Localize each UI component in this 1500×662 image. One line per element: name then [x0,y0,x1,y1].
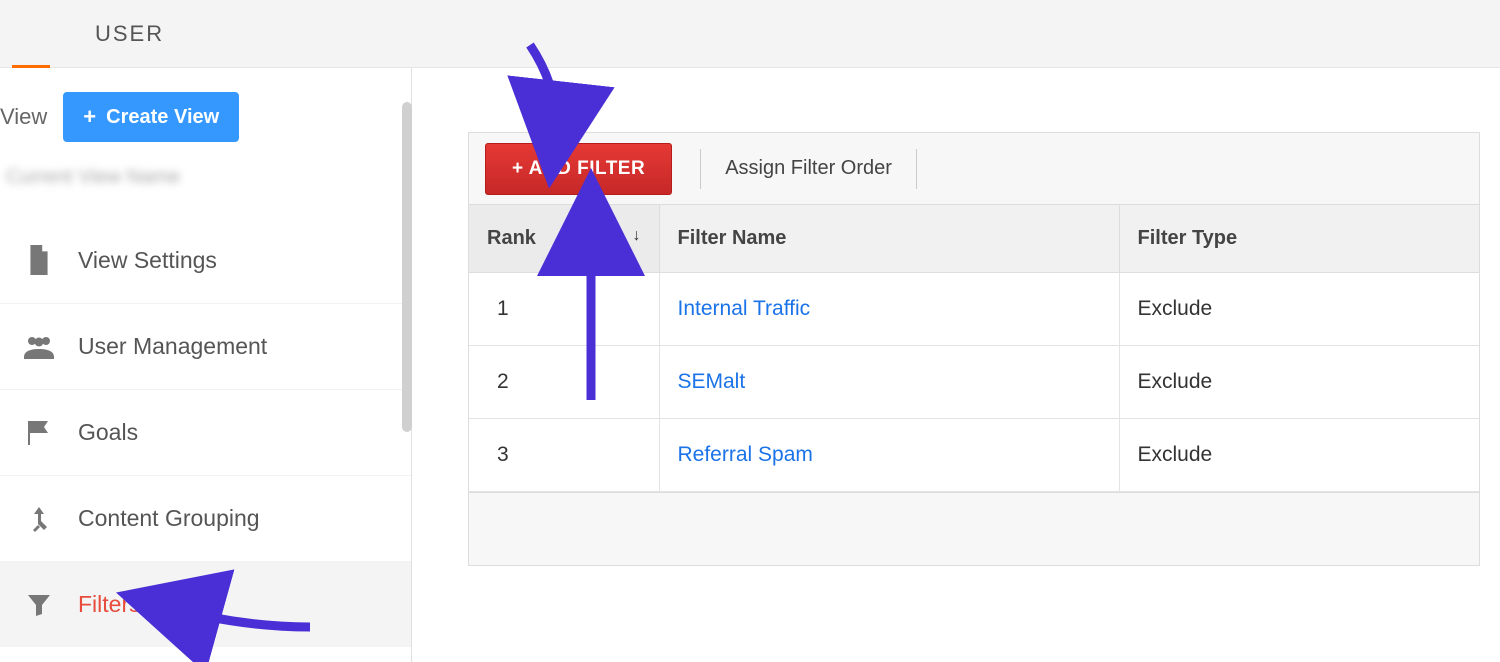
sidebar-item-label: User Management [78,333,267,360]
funnel-icon [22,588,56,622]
merge-icon [22,502,56,536]
sidebar-item-label: Goals [78,419,138,446]
users-icon [22,330,56,364]
sidebar-item-label: Filters [78,591,141,618]
cell-filter-type: Exclude [1119,419,1479,492]
current-view-name-blurred: Current View Name [6,166,411,189]
page-icon [22,243,56,277]
filters-toolbar: + ADD FILTER Assign Filter Order [469,133,1479,205]
flag-icon [22,416,56,450]
sidebar-item-label: View Settings [78,247,217,274]
cell-rank: 1 [469,273,659,346]
sort-arrow-down-icon: ↓ [633,227,641,245]
table-header-rank-label: Rank [487,227,536,249]
sidebar: View + Create View Current View Name Vie… [0,68,412,662]
cell-filter-type: Exclude [1119,346,1479,419]
create-view-button-label: Create View [106,106,219,129]
filters-table: Rank ↓ Filter Name Filter Type 1 Interna… [469,205,1479,492]
sidebar-item-view-settings[interactable]: View Settings [0,217,411,303]
sidebar-item-content-grouping[interactable]: Content Grouping [0,475,411,561]
cell-rank: 2 [469,346,659,419]
cell-filter-type: Exclude [1119,273,1479,346]
filter-name-link[interactable]: SEMalt [678,370,746,393]
filter-name-link[interactable]: Referral Spam [678,443,813,466]
table-header-filter-type[interactable]: Filter Type [1119,205,1479,273]
create-view-button[interactable]: + Create View [63,92,239,142]
sidebar-item-filters[interactable]: Filters [0,561,411,647]
filters-table-footer [469,492,1479,566]
table-header-rank[interactable]: Rank ↓ [469,205,659,273]
sidebar-item-user-management[interactable]: User Management [0,303,411,389]
plus-icon: + [83,104,96,130]
table-row: 1 Internal Traffic Exclude [469,273,1479,346]
sidebar-item-label: Content Grouping [78,505,260,532]
table-row: 2 SEMalt Exclude [469,346,1479,419]
add-filter-button[interactable]: + ADD FILTER [485,143,672,195]
assign-filter-order-button[interactable]: Assign Filter Order [700,149,917,189]
cell-rank: 3 [469,419,659,492]
main-content: + ADD FILTER Assign Filter Order Rank ↓ … [412,68,1500,662]
filters-panel: + ADD FILTER Assign Filter Order Rank ↓ … [468,132,1480,566]
sidebar-item-goals[interactable]: Goals [0,389,411,475]
view-label: View [0,104,47,130]
top-tabs-bar: USER [0,0,1500,68]
table-row: 3 Referral Spam Exclude [469,419,1479,492]
filter-name-link[interactable]: Internal Traffic [678,297,811,320]
table-header-filter-name[interactable]: Filter Name [659,205,1119,273]
tab-user[interactable]: USER [95,21,164,47]
sidebar-menu: View Settings User Management Goals Cont… [0,217,411,647]
sidebar-scrollbar-thumb[interactable] [402,102,412,432]
